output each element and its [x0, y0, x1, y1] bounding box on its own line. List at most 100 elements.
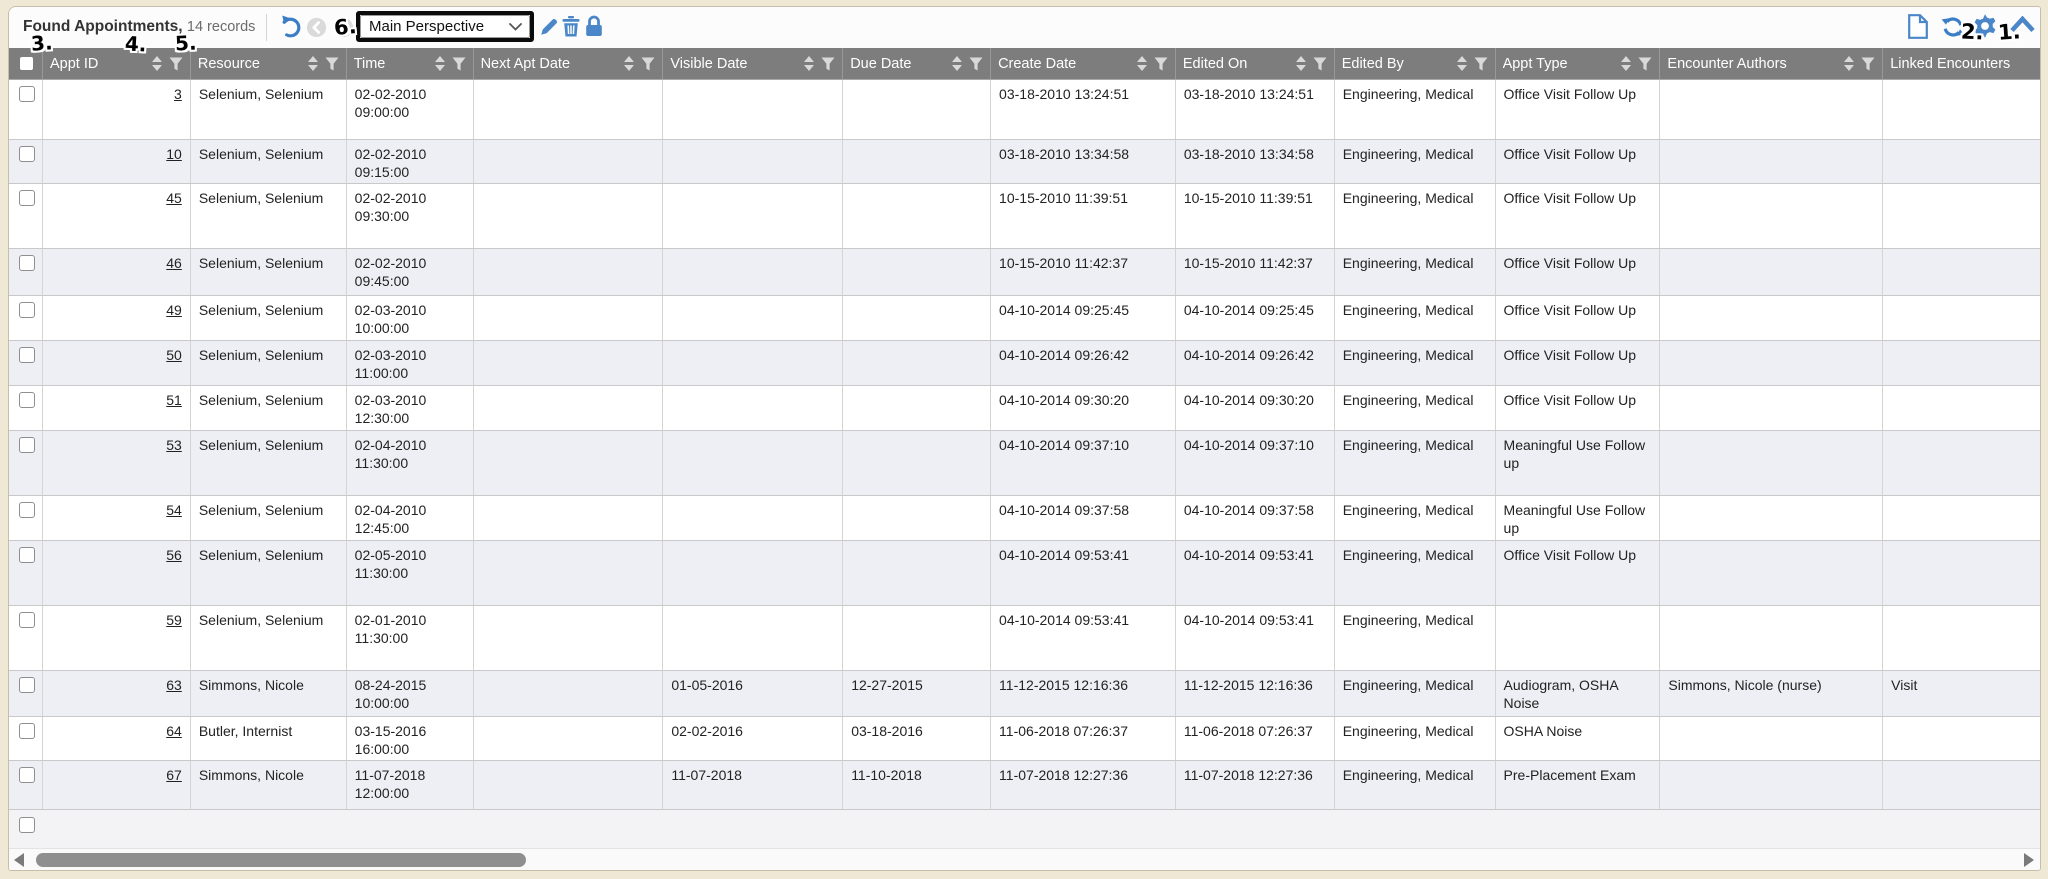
sort-icon[interactable]	[1621, 56, 1631, 71]
sort-icon[interactable]	[152, 56, 162, 71]
row-checkbox[interactable]	[19, 146, 35, 162]
filter-icon[interactable]	[1861, 57, 1875, 71]
appt-id-link[interactable]: 46	[166, 255, 182, 271]
scroll-left-arrow[interactable]	[14, 853, 24, 867]
column-header-label: Due Date	[850, 56, 948, 72]
footer-row-checkbox[interactable]	[19, 817, 35, 833]
filter-icon[interactable]	[641, 57, 655, 71]
filter-icon[interactable]	[1638, 57, 1652, 71]
scroll-right-arrow[interactable]	[2024, 853, 2034, 867]
row-checkbox[interactable]	[19, 190, 35, 206]
edit-pencil-icon[interactable]	[539, 17, 559, 37]
cell-edited-on: 04-10-2014 09:37:58	[1176, 496, 1335, 540]
appt-id-link[interactable]: 53	[166, 437, 182, 453]
appt-id-link[interactable]: 3	[174, 86, 182, 102]
delete-trash-icon[interactable]	[562, 16, 580, 37]
table-row: 10Selenium, Selenium02-02-201009:15:0003…	[9, 140, 2040, 184]
cell-edited-on: 04-10-2014 09:37:10	[1176, 431, 1335, 495]
sort-icon[interactable]	[624, 56, 634, 71]
row-checkbox[interactable]	[19, 767, 35, 783]
table-row: 64Butler, Internist03-15-201616:00:0002-…	[9, 717, 2040, 761]
refresh-icon[interactable]	[1941, 15, 1965, 39]
filter-icon[interactable]	[1313, 57, 1327, 71]
cell: 56	[43, 541, 191, 605]
cell-edited-on: 03-18-2010 13:34:58	[1176, 140, 1335, 183]
appt-id-link[interactable]: 64	[166, 723, 182, 739]
sort-icon[interactable]	[952, 56, 962, 71]
cell-time: 02-02-201009:00:00	[347, 80, 474, 139]
perspective-select[interactable]: Main Perspective	[360, 15, 530, 38]
cell-edited-on: 03-18-2010 13:24:51	[1176, 80, 1335, 139]
filter-icon[interactable]	[969, 57, 983, 71]
appt-id-link[interactable]: 67	[166, 767, 182, 783]
scrollbar-thumb[interactable]	[36, 853, 526, 867]
cell-edited-on: 10-15-2010 11:39:51	[1176, 184, 1335, 248]
sort-icon[interactable]	[804, 56, 814, 71]
cell-appt-type: Meaningful Use Follow up	[1496, 431, 1661, 495]
cell	[9, 541, 43, 605]
cell-visible-date: 11-07-2018	[663, 761, 843, 809]
cell	[9, 606, 43, 670]
cell-due-date	[843, 386, 991, 430]
cell-create-date: 11-12-2015 12:16:36	[991, 671, 1176, 716]
cell-time: 02-03-201010:00:00	[347, 296, 474, 340]
row-checkbox[interactable]	[19, 723, 35, 739]
row-checkbox[interactable]	[19, 302, 35, 318]
perspective-selected-value: Main Perspective	[369, 18, 484, 35]
forward-circle-icon[interactable]	[333, 17, 354, 38]
appt-id-link[interactable]: 54	[166, 502, 182, 518]
undo-icon[interactable]	[279, 15, 302, 39]
lock-icon[interactable]	[585, 15, 603, 37]
row-checkbox[interactable]	[19, 255, 35, 271]
cell-visible-date	[663, 249, 843, 295]
row-checkbox[interactable]	[19, 677, 35, 693]
filter-icon[interactable]	[1154, 57, 1168, 71]
filter-icon[interactable]	[325, 57, 339, 71]
appt-id-link[interactable]: 49	[166, 302, 182, 318]
sort-icon[interactable]	[308, 56, 318, 71]
row-checkbox[interactable]	[19, 547, 35, 563]
cell-encounter-authors	[1660, 761, 1883, 809]
filter-icon[interactable]	[169, 57, 183, 71]
row-checkbox[interactable]	[19, 502, 35, 518]
appt-id-link[interactable]: 50	[166, 347, 182, 363]
cell-time: 08-24-201510:00:00	[347, 671, 474, 716]
row-checkbox[interactable]	[19, 612, 35, 628]
appt-id-link[interactable]: 56	[166, 547, 182, 563]
filter-icon[interactable]	[821, 57, 835, 71]
filter-icon[interactable]	[1474, 57, 1488, 71]
cell-visible-date: 01-05-2016	[663, 671, 843, 716]
cell-edited-on: 04-10-2014 09:53:41	[1176, 606, 1335, 670]
cell-edited-on: 04-10-2014 09:53:41	[1176, 541, 1335, 605]
column-header-id: Appt ID	[43, 48, 191, 79]
cell: 64	[43, 717, 191, 760]
row-checkbox[interactable]	[19, 437, 35, 453]
appt-id-link[interactable]: 45	[166, 190, 182, 206]
sort-icon[interactable]	[435, 56, 445, 71]
cell-encounter-authors	[1660, 717, 1883, 760]
select-all-checkbox[interactable]	[20, 57, 33, 70]
row-checkbox[interactable]	[19, 86, 35, 102]
appt-id-link[interactable]: 10	[166, 146, 182, 162]
row-checkbox[interactable]	[19, 347, 35, 363]
cell-next-apt-date	[474, 761, 664, 809]
sort-icon[interactable]	[1457, 56, 1467, 71]
sort-icon[interactable]	[1296, 56, 1306, 71]
appt-id-link[interactable]: 63	[166, 677, 182, 693]
cell-create-date: 04-10-2014 09:30:20	[991, 386, 1176, 430]
appt-id-link[interactable]: 59	[166, 612, 182, 628]
cell-create-date: 10-15-2010 11:42:37	[991, 249, 1176, 295]
sort-icon[interactable]	[1844, 56, 1854, 71]
table-row: 59Selenium, Selenium02-01-201011:30:0004…	[9, 606, 2040, 671]
collapse-chevron-up-icon[interactable]	[2009, 16, 2036, 33]
row-checkbox[interactable]	[19, 392, 35, 408]
new-document-icon[interactable]	[1908, 14, 1928, 39]
appt-id-link[interactable]: 51	[166, 392, 182, 408]
cell-linked-encounters	[1883, 717, 2040, 760]
back-circle-icon[interactable]	[306, 17, 327, 38]
sort-icon[interactable]	[1137, 56, 1147, 71]
settings-gear-icon[interactable]	[1972, 13, 1998, 39]
filter-icon[interactable]	[452, 57, 466, 71]
cell-resource: Selenium, Selenium	[191, 80, 347, 139]
cell-encounter-authors	[1660, 606, 1883, 670]
